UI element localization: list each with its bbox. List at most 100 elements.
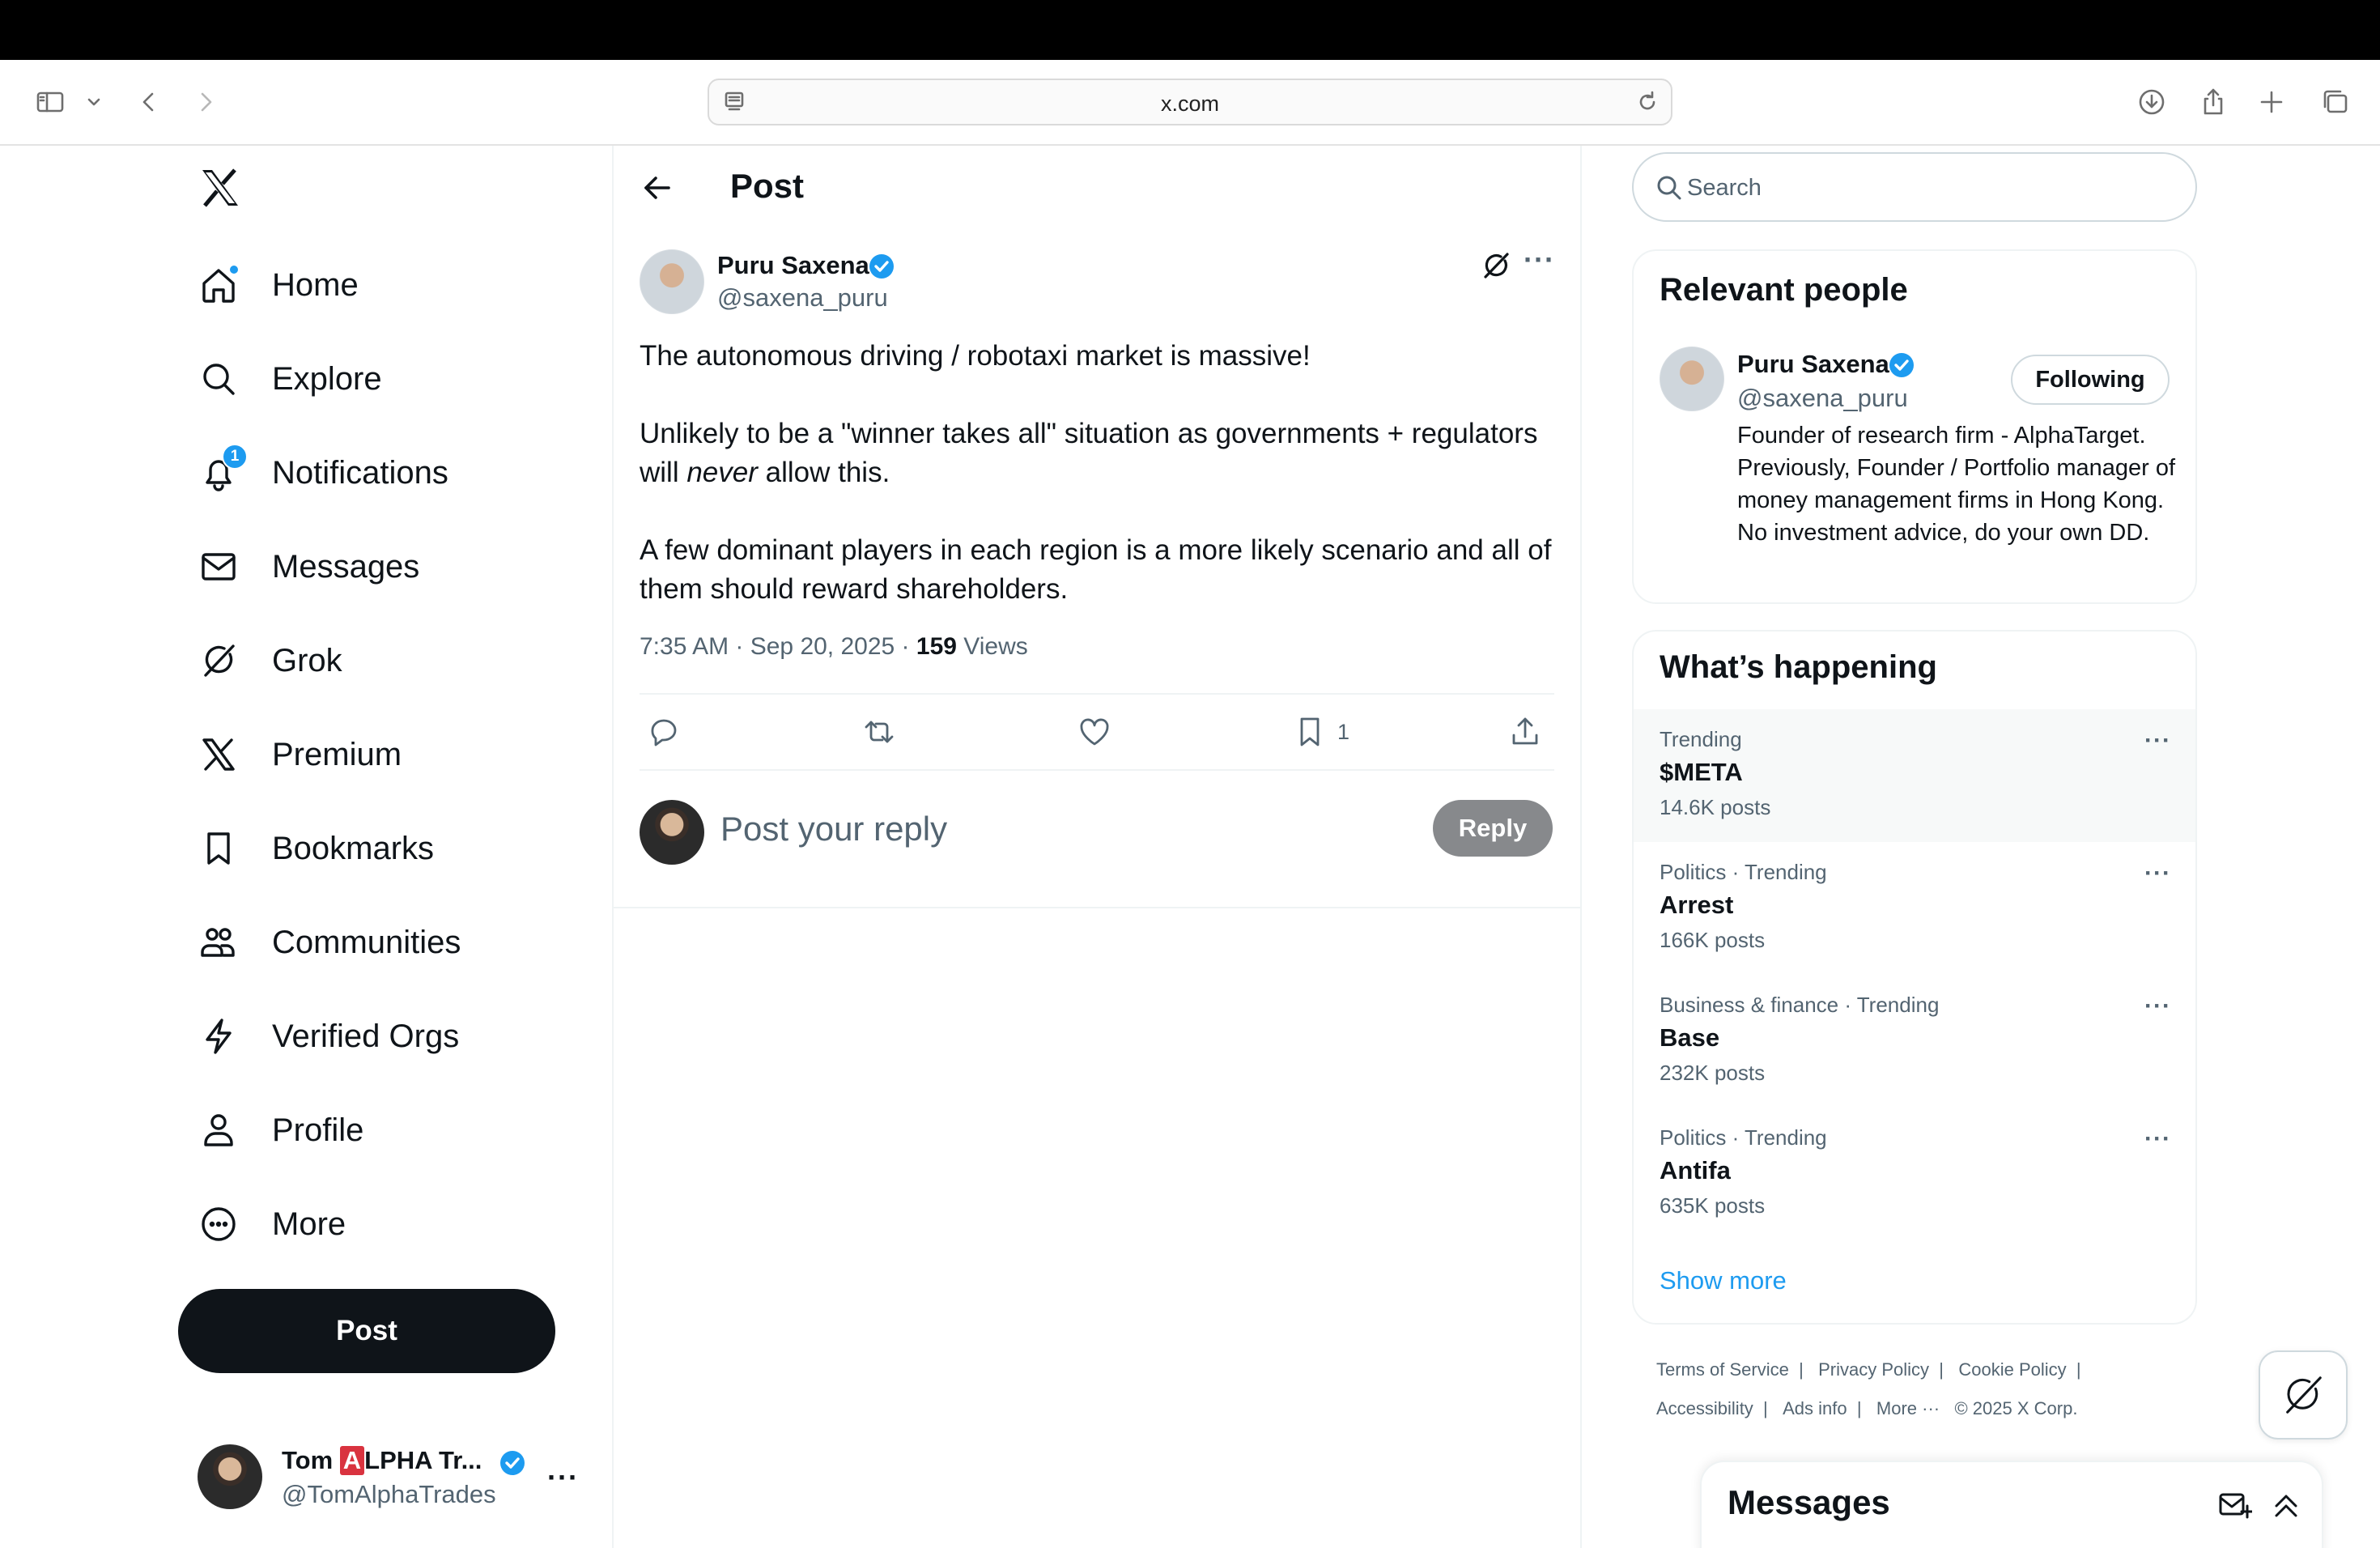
nav-more[interactable]: More [196,1192,346,1257]
author-handle[interactable]: @saxena_puru [717,283,888,313]
more-link[interactable]: More ··· [1876,1398,1940,1418]
trend-title: $META [1660,758,1743,786]
more-dots-icon[interactable]: ··· [547,1461,579,1495]
nav-messages[interactable]: Messages [196,534,419,599]
author-name[interactable]: Puru Saxena [717,251,869,280]
accessibility-link[interactable]: Accessibility [1656,1398,1753,1418]
nav-profile[interactable]: Profile [196,1098,363,1163]
person-avatar[interactable] [1660,347,1724,411]
grok-icon[interactable] [1480,249,1512,282]
share-action[interactable] [1507,712,1543,751]
trend-context: Business & finance · Trending [1660,993,1940,1017]
url-text[interactable]: x.com [709,91,1671,117]
sidebar-icon[interactable] [32,84,68,120]
post-meta: 7:35 AM · Sep 20, 2025 · 159 Views [640,633,1028,661]
expand-up-icon[interactable] [2268,1486,2304,1522]
views-count: 159 [916,633,957,660]
person-name[interactable]: Puru Saxena [1737,350,1889,379]
author-avatar[interactable] [640,249,704,314]
x-logo-icon[interactable] [198,165,243,211]
post-button[interactable]: Post [178,1289,555,1373]
person-icon [196,1108,241,1153]
privacy-link[interactable]: Privacy Policy [1818,1359,1929,1380]
trend-title: Base [1660,1023,1720,1052]
account-name-badge: A [339,1446,365,1475]
grok-float-button[interactable] [2259,1350,2348,1440]
tabs-overview-icon[interactable] [2317,84,2352,120]
primary-navigation: Home Explore 1 Notifications Messages Gr… [0,146,612,1548]
account-name-suffix: LPHA Tr... [364,1446,482,1474]
reply-input[interactable]: Post your reply [720,810,947,848]
account-handle: @TomAlphaTrades [282,1480,496,1508]
reply-icon [651,719,677,746]
address-bar[interactable]: x.com [708,79,1672,125]
nav-verified-orgs[interactable]: Verified Orgs [196,1004,459,1069]
trend-item[interactable]: Trending $META 14.6K posts ··· [1634,709,2195,842]
trend-item[interactable]: Politics · Trending Antifa 635K posts ··… [1634,1108,2195,1240]
trend-item[interactable]: Business & finance · Trending Base 232K … [1634,975,2195,1108]
bookmark-action[interactable]: 1 [1292,712,1349,751]
nav-notifications[interactable]: 1 Notifications [196,440,448,505]
nav-label: Verified Orgs [272,1018,460,1054]
ads-info-link[interactable]: Ads info [1783,1398,1847,1418]
post-paragraph: A few dominant players in each region is… [640,534,1552,605]
new-tab-icon[interactable] [2254,84,2289,120]
footer-separator: | [1856,1398,1862,1418]
chevron-down-icon[interactable] [76,84,112,120]
nav-grok[interactable]: Grok [196,628,342,693]
nav-home[interactable]: Home [196,253,359,317]
post-text: The autonomous driving / robotaxi market… [640,337,1554,609]
reply-action[interactable] [646,712,682,751]
verified-icon [869,254,894,279]
repost-action[interactable] [861,712,897,751]
back-icon[interactable] [131,84,167,120]
download-icon[interactable] [2134,84,2170,120]
post-timestamp[interactable]: 7:35 AM · Sep 20, 2025 · [640,633,916,660]
nav-label: Notifications [272,454,448,491]
share-icon [1512,717,1538,745]
trend-context: Trending [1660,727,1742,751]
more-dots-icon[interactable]: ··· [1524,243,1555,277]
person-bio: Founder of research firm - AlphaTarget. … [1737,423,2176,546]
trend-context: Politics · Trending [1660,860,1827,884]
whats-happening-card: What’s happening Trending $META 14.6K po… [1632,630,2197,1325]
bell-icon: 1 [196,444,248,495]
nav-label: Home [272,266,359,303]
cookie-link[interactable]: Cookie Policy [1958,1359,2066,1380]
following-button[interactable]: Following [2011,355,2170,405]
post-paragraph: Unlikely to be a "winner takes all" situ… [640,415,1554,492]
trend-item[interactable]: Politics · Trending Arrest 166K posts ··… [1634,842,2195,975]
nav-label: Profile [272,1112,364,1148]
trend-count: 635K posts [1660,1193,1766,1218]
like-action[interactable] [1077,712,1112,751]
messages-drawer[interactable]: Messages [1700,1461,2323,1548]
trend-title: Antifa [1660,1156,1731,1184]
nav-bookmarks[interactable]: Bookmarks [196,816,434,881]
more-dots-icon[interactable]: ··· [2144,860,2171,887]
back-arrow-icon[interactable] [640,170,675,206]
nav-communities[interactable]: Communities [196,910,461,975]
person-handle[interactable]: @saxena_puru [1737,384,1908,413]
share-icon[interactable] [2195,84,2231,120]
terms-link[interactable]: Terms of Service [1656,1359,1789,1380]
trend-title: Arrest [1660,891,1734,919]
forward-icon[interactable] [188,84,223,120]
grok-icon [196,638,241,683]
show-more-link[interactable]: Show more [1660,1266,1787,1295]
reload-icon[interactable] [1634,88,1661,116]
more-dots-icon[interactable]: ··· [2144,1125,2171,1153]
footer-separator: | [2076,1359,2081,1380]
avatar [198,1444,262,1509]
reply-button[interactable]: Reply [1433,800,1553,857]
nav-explore[interactable]: Explore [196,347,382,411]
new-message-icon[interactable] [2216,1486,2254,1522]
account-name: Tom A LPHA Tr... [282,1446,482,1475]
more-dots-icon[interactable]: ··· [2144,727,2171,755]
nav-premium[interactable]: Premium [196,722,402,787]
search-input[interactable]: Search [1632,152,2197,222]
account-switcher[interactable]: Tom A LPHA Tr... @TomAlphaTrades ··· [198,1443,586,1516]
more-dots-icon[interactable]: ··· [2144,993,2171,1020]
unread-dot [228,264,240,275]
nav-label: Explore [272,360,382,397]
trend-context: Politics · Trending [1660,1125,1827,1150]
